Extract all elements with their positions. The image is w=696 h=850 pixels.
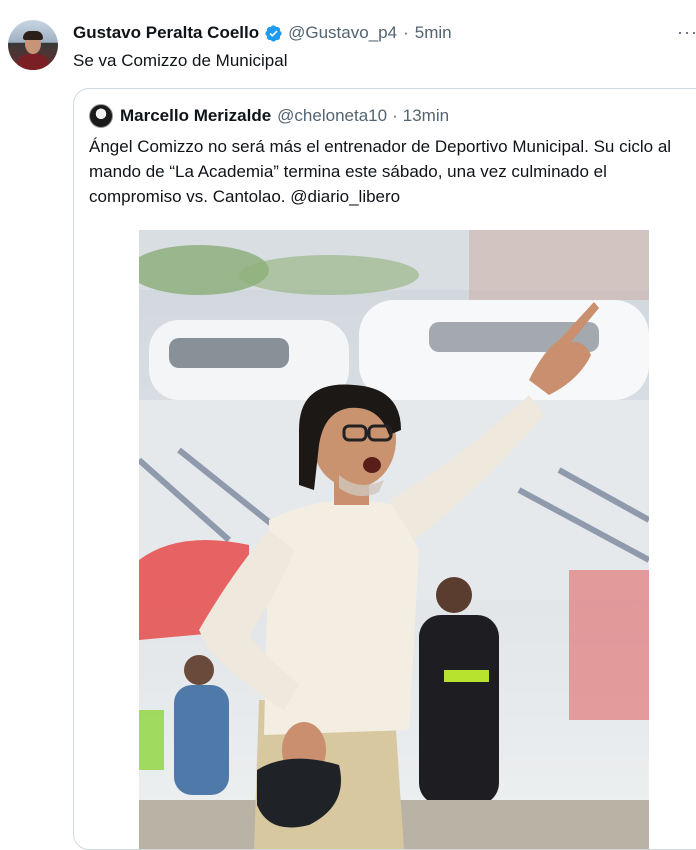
tweet-time[interactable]: 5min <box>415 21 452 45</box>
author-avatar[interactable] <box>8 20 58 70</box>
tweet-header: Gustavo Peralta Coello @Gustavo_p4 · 5mi… <box>73 21 452 45</box>
quoted-time[interactable]: 13min <box>403 104 449 128</box>
quoted-tweet[interactable]: Marcello Merizalde @cheloneta10 · 13min … <box>73 88 696 850</box>
separator-dot: · <box>403 23 409 42</box>
avatar-hair <box>23 31 43 40</box>
quoted-author-name[interactable]: Marcello Merizalde <box>120 104 271 128</box>
more-icon[interactable]: ··· <box>677 22 696 43</box>
avatar-shirt <box>17 54 49 70</box>
quoted-photo[interactable] <box>139 230 649 849</box>
quoted-author-avatar[interactable] <box>89 104 113 128</box>
tweet-text: Se va Comizzo de Municipal <box>73 51 288 70</box>
quoted-text: Ángel Comizzo no será más el entrenador … <box>89 134 694 209</box>
quoted-author-handle[interactable]: @cheloneta10 <box>277 104 387 128</box>
quoted-header: Marcello Merizalde @cheloneta10 · 13min <box>89 104 449 128</box>
mention-link[interactable]: @diario_libero <box>290 187 400 206</box>
author-name[interactable]: Gustavo Peralta Coello <box>73 21 259 45</box>
photo-illustration <box>139 230 649 849</box>
verified-badge-icon <box>265 24 282 42</box>
separator-dot: · <box>392 106 398 125</box>
author-handle[interactable]: @Gustavo_p4 <box>288 21 397 45</box>
